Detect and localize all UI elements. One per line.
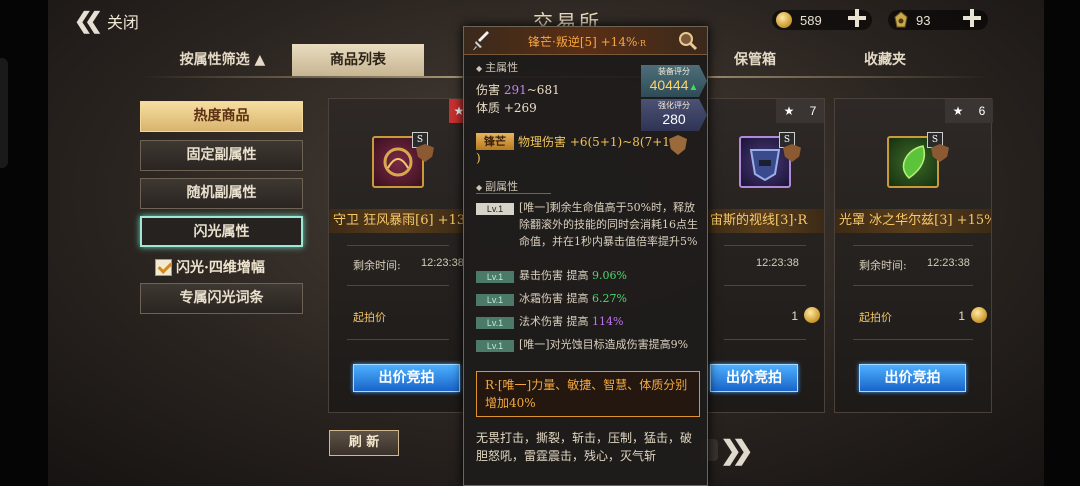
item-title: 锋芒·叛逆[5] +14%·R [528, 35, 646, 49]
damage-stat: 伤害 291~681 [476, 83, 560, 97]
affix-level: Lv.1 [476, 271, 514, 283]
item-card[interactable]: ★ S 守卫 狂风暴雨[6] +13% 剩余时间: 12:23:38 起拍价 出… [328, 98, 469, 413]
favorite-count[interactable]: ★ 7 [776, 99, 824, 123]
close-label: 关闭 [106, 13, 139, 32]
item-name: 光罩 冰之华尔兹[3] +15%·R [835, 209, 991, 233]
tab-favorites[interactable]: 收藏夹 [820, 44, 950, 76]
gold-coin-icon [971, 307, 987, 323]
place-bid-button[interactable]: 出价竞拍 [353, 364, 460, 392]
add-gold-button[interactable] [846, 7, 868, 29]
gem-pouch-icon [894, 11, 908, 28]
star-icon: ★ [952, 104, 964, 118]
skill-list: 无畏打击，撕裂，斩击，压制，猛击，破胆怒吼，雷霆震击，残心，灭气斩 [476, 431, 693, 463]
remaining-time-label: 剩余时间: [859, 259, 907, 272]
close-button[interactable]: ❮❮ 关闭 [74, 8, 139, 34]
equipment-score: 装备评分 40444▲ [641, 65, 707, 97]
main-attr-label: 主属性 [476, 59, 518, 75]
remaining-time-label: 剩余时间: [353, 259, 401, 272]
edge-tag: 锋芒 [476, 133, 514, 150]
starting-bid-label: 起拍价 [353, 311, 386, 324]
filter-exclusive-flash-affix[interactable]: 专属闪光词条 [140, 283, 303, 314]
tab-item-list[interactable]: 商品列表 [292, 44, 424, 76]
remaining-time: 12:23:38 [927, 257, 970, 269]
unique-affix-box: R·[唯一]力量、敏捷、智慧、体质分别增加40% [476, 371, 700, 417]
arrow-up-icon: ▲ [688, 82, 699, 93]
checkbox-label: 闪光·四维增幅 [176, 260, 265, 276]
affix-level: Lv.1 [476, 340, 514, 352]
item-name: 守卫 狂风暴雨[6] +13% [329, 209, 467, 233]
favorite-count[interactable]: ★ 6 [945, 99, 993, 123]
item-card[interactable]: ★ 7 S 宙斯的视线[3]·R 12:23:38 1 出价竞拍 [705, 98, 825, 413]
vitality-stat: 体质 +269 [476, 101, 537, 115]
double-chevron-right-icon: ❯❯ [720, 436, 753, 466]
starting-bid-label: 起拍价 [859, 311, 892, 324]
affix-text: [唯一]对光蚀目标造成伤害提高9% [519, 338, 689, 351]
tab-attribute-filter[interactable]: 按属性筛选 ▲ [155, 44, 290, 76]
affix-text: 法术伤害 提高 114% [519, 315, 624, 328]
item-detail-tooltip: 锋芒·叛逆[5] +14%·R 主属性 伤害 291~681 体质 +269 装… [463, 26, 708, 486]
favorite-count-value: 7 [809, 104, 817, 118]
checkbox-checked-icon [155, 258, 172, 276]
filter-flash-attr[interactable]: 闪光属性 [140, 216, 303, 247]
item-icon-frame: S [887, 132, 949, 188]
affix-text: [唯一]剩余生命值高于50%时，释放除翻滚外的技能的同时会消耗16点生命值，并在… [519, 201, 698, 248]
edge-attr-text: 物理伤害 +6(5+1)~8(7+1 [518, 135, 670, 149]
item-icon-frame: S [372, 132, 434, 188]
screen-edge-right [1044, 0, 1080, 486]
next-page-button[interactable]: ❯❯ [720, 436, 753, 466]
remaining-time: 12:23:38 [756, 257, 799, 269]
place-bid-button[interactable]: 出价竞拍 [710, 364, 798, 392]
sub-attr-label: 副属性 [476, 178, 518, 194]
double-chevron-left-icon: ❮❮ [74, 8, 103, 34]
filter-random-sub-attr[interactable]: 随机副属性 [140, 178, 303, 209]
refresh-button[interactable]: 刷 新 [329, 430, 399, 456]
filter-hot-items[interactable]: 热度商品 [140, 101, 303, 132]
favorite-count-value: 6 [978, 104, 986, 118]
item-card[interactable]: ★ 6 S 光罩 冰之华尔兹[3] +15%·R 剩余时间: 12:23:38 … [834, 98, 993, 413]
remaining-time: 12:23:38 [421, 257, 464, 269]
exchange-screen: ❮❮ 关闭 交易所 589 93 按属性筛选 ▲ 商品列表 保管箱 收藏夹 热度… [0, 0, 1080, 486]
starting-bid-value: 1 [958, 309, 965, 323]
sword-icon [473, 31, 489, 50]
affix-level: Lv.1 [476, 317, 514, 329]
gold-coin-icon [804, 307, 820, 323]
flash-stat-boost-checkbox[interactable]: 闪光·四维增幅 [155, 257, 265, 277]
gold-coin-icon [776, 12, 792, 28]
enhance-score: 强化评分 280 [641, 99, 707, 131]
magnifier-icon[interactable] [677, 30, 699, 52]
edge-attr: 锋芒 物理伤害 +6(5+1)~8(7+1 ) [476, 133, 676, 167]
tooltip-header: 锋芒·叛逆[5] +14%·R [464, 27, 707, 55]
tab-storage[interactable]: 保管箱 [690, 44, 820, 76]
affix-text: 冰霜伤害 提高 6.27% [519, 292, 627, 305]
star-icon: ★ [783, 104, 795, 118]
item-name: 宙斯的视线[3]·R [706, 209, 824, 233]
affix-level: Lv.1 [476, 203, 514, 215]
item-icon-frame: S [739, 132, 801, 188]
affix-text: 暴击伤害 提高 9.06% [519, 269, 627, 282]
starting-bid-value: 1 [791, 309, 798, 323]
filter-fixed-sub-attr[interactable]: 固定副属性 [140, 140, 303, 171]
affix-level: Lv.1 [476, 294, 514, 306]
add-gem-button[interactable] [961, 7, 983, 29]
place-bid-button[interactable]: 出价竞拍 [859, 364, 966, 392]
screen-edge-left [0, 0, 48, 486]
